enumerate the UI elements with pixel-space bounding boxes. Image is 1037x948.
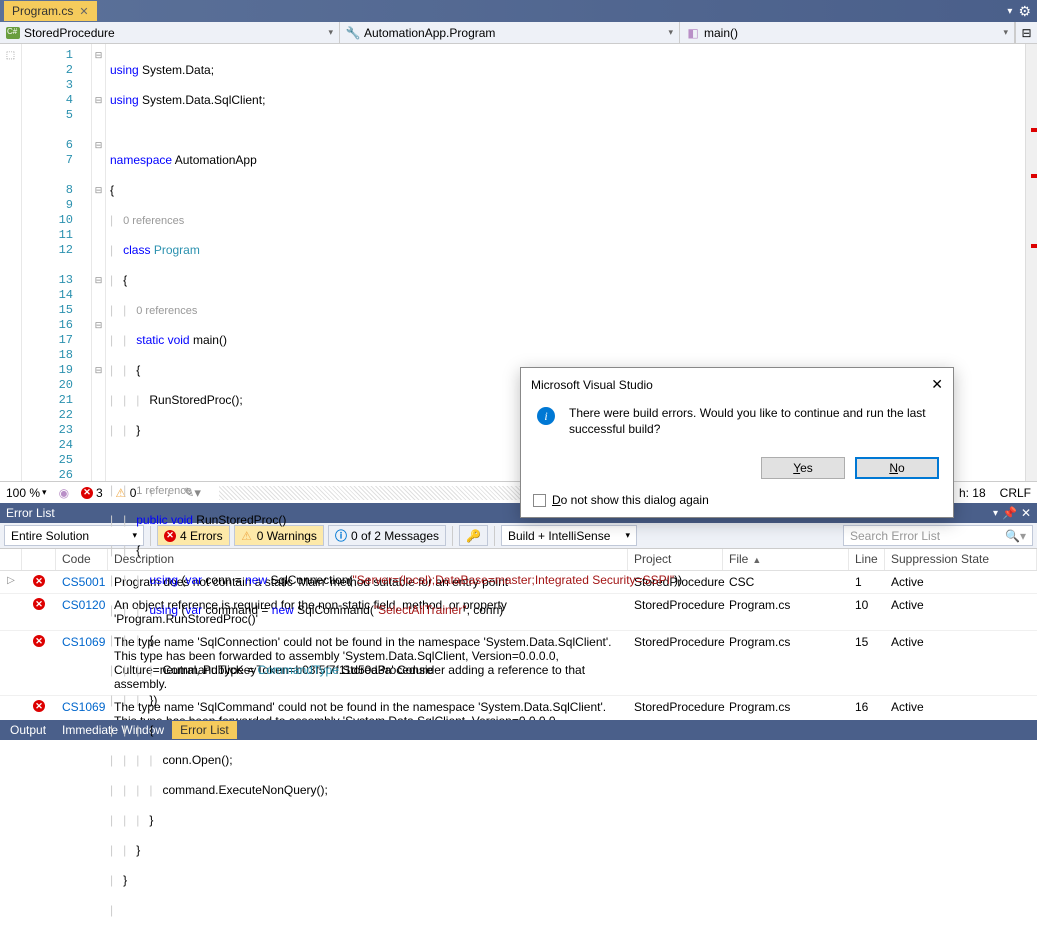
- method-icon: ◧: [686, 26, 700, 40]
- build-error-dialog: Microsoft Visual Studio ✕ i There were b…: [520, 367, 954, 518]
- dont-show-label[interactable]: Do not show this dialog again: [552, 493, 709, 507]
- split-button[interactable]: ⊟: [1015, 22, 1037, 43]
- zoom-dropdown[interactable]: 100 %▾: [6, 486, 47, 500]
- document-tabs: Program.cs ✕ ▾ ⚙: [0, 0, 1037, 22]
- project-name: StoredProcedure: [24, 26, 115, 40]
- overview-ruler[interactable]: [1025, 44, 1037, 481]
- line-gutter: 1 2 3 4 5 6 7 8 9 10 11 12 13 14 15 16 1…: [22, 44, 92, 481]
- method-name: main(): [704, 26, 738, 40]
- file-tab-label: Program.cs: [12, 4, 73, 18]
- gear-icon[interactable]: ⚙: [1018, 3, 1031, 20]
- project-dropdown[interactable]: StoredProcedure ▾: [0, 22, 340, 43]
- close-icon[interactable]: ✕: [931, 376, 943, 393]
- error-list-title: Error List: [6, 506, 55, 520]
- close-icon[interactable]: ✕: [79, 5, 88, 18]
- tab-dropdown-icon[interactable]: ▾: [1007, 6, 1012, 17]
- fold-column[interactable]: ⊟ ⊟ ⊟ ⊟ ⊟ ⊟ ⊟: [92, 44, 106, 481]
- tab-output[interactable]: Output: [2, 721, 54, 739]
- file-tab[interactable]: Program.cs ✕: [4, 1, 97, 21]
- class-dropdown[interactable]: 🔧 AutomationApp.Program ▾: [340, 22, 680, 43]
- error-count[interactable]: ✕3: [81, 486, 103, 500]
- class-icon: 🔧: [346, 26, 360, 40]
- dont-show-checkbox[interactable]: [533, 494, 546, 507]
- dialog-title: Microsoft Visual Studio: [531, 378, 653, 392]
- info-icon: i: [537, 407, 555, 425]
- chevron-down-icon: ▾: [328, 27, 333, 38]
- chevron-down-icon: ▾: [668, 27, 673, 38]
- code-nav-bar: StoredProcedure ▾ 🔧 AutomationApp.Progra…: [0, 22, 1037, 44]
- margin-col: ⬚: [0, 44, 22, 481]
- method-dropdown[interactable]: ◧ main() ▾: [680, 22, 1015, 43]
- yes-button[interactable]: Yes: [761, 457, 845, 479]
- info-icon[interactable]: ◉: [59, 486, 69, 500]
- chevron-down-icon: ▾: [1003, 27, 1008, 38]
- no-button[interactable]: No: [855, 457, 939, 479]
- csharp-project-icon: [6, 27, 20, 39]
- dialog-message: There were build errors. Would you like …: [569, 405, 937, 437]
- class-name: AutomationApp.Program: [364, 26, 495, 40]
